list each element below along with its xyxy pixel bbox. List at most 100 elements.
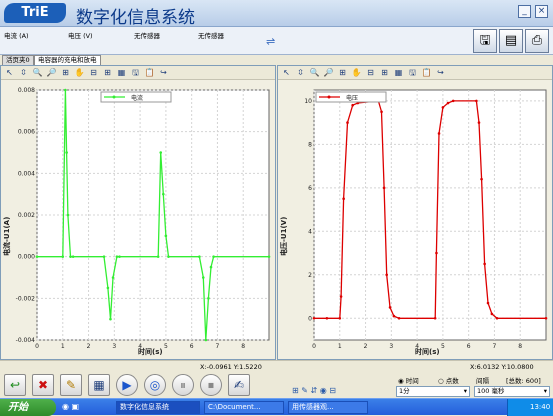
export-icon[interactable]: ▤ (499, 29, 523, 53)
table-icon[interactable]: ⊞ (379, 67, 390, 78)
current-x-tick-label: 7 (216, 343, 220, 350)
voltage-x-tick-label: 2 (364, 343, 368, 350)
grid-icon[interactable]: ⊟ (88, 67, 99, 78)
chevron-down-icon: ▾ (463, 387, 467, 395)
clipboard-icon[interactable]: 📋 (421, 67, 432, 78)
sensor-voltage[interactable]: 电压 (V) (68, 30, 93, 40)
minimize-button[interactable]: _ (518, 5, 531, 18)
voltage-x-tick-label: 6 (467, 343, 471, 350)
tab-binder[interactable]: 活页夹0 (2, 55, 34, 65)
current-x-tick-label: 8 (241, 343, 245, 350)
voltage-data-point (312, 316, 316, 320)
export-arrow-icon[interactable]: ↪ (158, 67, 169, 78)
right-chart-toolbar: ↖ ⇳ 🔍 🔎 ⊞ ✋ ⊟ ⊞ ▦ 🖫 📋 ↪ (278, 66, 552, 80)
task-sensor-doc[interactable]: 用传感器观... (288, 401, 368, 414)
save-disk-icon[interactable]: 🖫 (473, 29, 497, 53)
sensor-current[interactable]: 电流 (A) (4, 30, 29, 40)
chart-icon[interactable]: ▦ (116, 67, 127, 78)
voltage-data-point (495, 316, 499, 320)
zoom-out-icon[interactable]: 🔎 (323, 67, 334, 78)
current-data-point (267, 255, 271, 258)
pointer-icon[interactable]: ↖ (281, 67, 292, 78)
sensor-empty-1[interactable]: 无传感器 (134, 30, 160, 40)
current-chart[interactable]: 0 1 2 3 4 5 6 7 8-0.004-0.0020.0000.0020.0040.00… (15, 82, 275, 362)
radio-points[interactable]: ○ 点数 (438, 375, 459, 385)
hand-icon[interactable]: ✋ (351, 67, 362, 78)
current-data-point (71, 255, 75, 258)
voltage-data-point (483, 262, 486, 266)
task-app[interactable]: 数字化信息系统 (116, 401, 200, 414)
sign-button[interactable]: ✍ (228, 374, 250, 396)
sensor-empty-2[interactable]: 无传感器 (198, 30, 224, 40)
voltage-legend-label: 电压 (346, 94, 358, 102)
voltage-data-point (392, 314, 396, 318)
task-documents[interactable]: C:\Document... (204, 401, 284, 414)
graph-tools-icon[interactable]: ⊞ ✎ ⇵ ◉ ⊟ (292, 386, 336, 395)
print-icon[interactable]: ⎙ (525, 29, 549, 53)
hand-icon[interactable]: ✋ (74, 67, 85, 78)
interval-label: 间隔 (476, 377, 489, 385)
grid-icon[interactable]: ⊟ (365, 67, 376, 78)
current-x-tick-label: 3 (112, 343, 116, 350)
left-chart-toolbar: ↖ ⇳ 🔍 🔎 ⊞ ✋ ⊟ ⊞ ▦ 🖫 📋 ↪ (1, 66, 275, 80)
save-icon[interactable]: 🖫 (407, 67, 418, 78)
current-data-point (35, 255, 39, 258)
voltage-data-point (544, 316, 548, 320)
zoom-in-icon[interactable]: 🔍 (309, 67, 320, 78)
close-button[interactable]: × (535, 5, 548, 18)
voltage-data-point (342, 197, 345, 200)
undo-button[interactable]: ↩ (4, 374, 26, 396)
pan-axis-icon[interactable]: ⇳ (18, 67, 29, 78)
voltage-x-tick-label: 0 (312, 343, 316, 350)
pointer-icon[interactable]: ↖ (4, 67, 15, 78)
current-data-point (162, 192, 165, 196)
pause-button[interactable]: ⏸ (172, 374, 194, 396)
record-button[interactable]: ◎ (144, 374, 166, 396)
current-data-point (66, 213, 70, 217)
voltage-x-tick-label: 8 (518, 343, 522, 350)
current-data-point (106, 286, 110, 290)
start-button[interactable]: 开始 (0, 399, 56, 416)
pan-axis-icon[interactable]: ⇳ (295, 67, 306, 78)
voltage-data-point (477, 121, 481, 124)
voltage-data-point (397, 316, 401, 320)
voltage-data-point (351, 103, 354, 107)
current-data-point (115, 255, 119, 258)
stop-button[interactable]: ⏹ (200, 374, 222, 396)
duration-select[interactable]: 1分 ▾ (396, 386, 470, 397)
current-chart-panel: ↖ ⇳ 🔍 🔎 ⊞ ✋ ⊟ ⊞ ▦ 🖫 📋 ↪ 电流-U1(A) 0123456… (0, 65, 276, 360)
zoom-in-icon[interactable]: 🔍 (32, 67, 43, 78)
voltage-data-point (346, 121, 349, 124)
edit-button[interactable]: ✎ (60, 374, 82, 396)
interval-select[interactable]: 100 毫秒 ▾ (474, 386, 550, 397)
play-button[interactable]: ▶ (116, 374, 138, 396)
current-data-point (111, 276, 115, 279)
current-x-tick-label: 6 (190, 343, 194, 350)
left-x-axis-label: 时间(s) (138, 348, 163, 356)
tab-capacitor[interactable]: 电容器的充电和放电 (34, 55, 101, 65)
voltage-legend-marker (327, 95, 331, 99)
voltage-y-tick-label: 4 (308, 228, 312, 235)
table-view-button[interactable]: ▦ (88, 374, 110, 396)
quick-launch-icon[interactable]: ◉ ▣ (62, 402, 79, 411)
voltage-chart[interactable]: 0 1 2 3 4 5 6 7 80246810 电压 (292, 82, 552, 362)
right-y-axis-label: 电压-U1(V) (280, 216, 288, 256)
clipboard-icon[interactable]: 📋 (144, 67, 155, 78)
clock: 13:40 (530, 403, 551, 411)
current-y-tick-label: -0.004 (16, 337, 36, 344)
export-arrow-icon[interactable]: ↪ (435, 67, 446, 78)
voltage-y-tick-label: 8 (308, 141, 312, 148)
current-data-point (118, 255, 121, 258)
table-icon[interactable]: ⊞ (102, 67, 113, 78)
voltage-x-tick-label: 3 (389, 343, 393, 350)
radio-time[interactable]: ◉ 时间 (398, 375, 419, 385)
voltage-data-point (382, 186, 386, 190)
delete-button[interactable]: ✖ (32, 374, 54, 396)
fit-icon[interactable]: ⊞ (337, 67, 348, 78)
zoom-out-icon[interactable]: 🔎 (46, 67, 57, 78)
chart-icon[interactable]: ▦ (393, 67, 404, 78)
save-icon[interactable]: 🖫 (130, 67, 141, 78)
fit-icon[interactable]: ⊞ (60, 67, 71, 78)
sensor-bar: 电流 (A) 电压 (V) 无传感器 无传感器 ⇌ 🖫 ▤ ⎙ (0, 27, 553, 55)
voltage-y-tick-label: 10 (304, 98, 312, 105)
